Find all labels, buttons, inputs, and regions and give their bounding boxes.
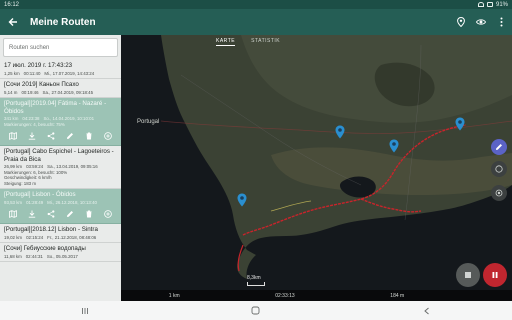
- stop-button[interactable]: [456, 263, 480, 287]
- recent-apps-icon[interactable]: [78, 304, 92, 318]
- compass-button[interactable]: [491, 161, 507, 177]
- delete-icon[interactable]: [85, 131, 94, 140]
- route-item-5[interactable]: [Portugal][2018.12] Lisbon - Sintra 19,0…: [0, 224, 121, 243]
- layers-button[interactable]: [491, 139, 507, 155]
- route-name: [Portugal][2018.12] Lisbon - Sintra: [4, 226, 98, 233]
- map-icon[interactable]: [8, 209, 17, 218]
- battery-level: 91%: [495, 1, 508, 8]
- compass-icon: [495, 165, 503, 173]
- map-pin-icon[interactable]: [455, 117, 465, 131]
- scale-bar: [247, 282, 265, 286]
- app-bar: Meine Routen: [0, 9, 512, 35]
- map-pin-icon[interactable]: [389, 139, 399, 153]
- route-meta: 341 km 04:23:38 So., 14.04.2019, 10:10:01 …: [4, 116, 95, 127]
- home-icon[interactable]: [249, 304, 263, 318]
- more-vert-icon[interactable]: [496, 17, 506, 27]
- stat-duration: 02:33:13: [275, 292, 295, 299]
- route-item-0[interactable]: 17 июл. 2019 г. 17:43:23 1,25 km 00:11:40…: [0, 60, 121, 79]
- battery-icon: [486, 2, 493, 7]
- route-item-4[interactable]: [Portugal] Lisbon - Óbidos 93,53 km 01:28…: [0, 189, 121, 224]
- map-icon[interactable]: [8, 131, 17, 140]
- route-item-2[interactable]: [Portugal][2019.04] Fátima - Nazaré - Ób…: [0, 98, 121, 146]
- map-place-label: Portugal: [137, 119, 160, 125]
- route-name: [Сочи 2019] Каньон Псахо: [4, 81, 79, 88]
- map-pin-icon[interactable]: [335, 125, 345, 139]
- stat-elevation: 184 m: [390, 292, 405, 299]
- map-pin-icon[interactable]: [456, 17, 466, 27]
- page-title: Meine Routen: [30, 16, 96, 28]
- tab-karte[interactable]: KARTE: [216, 38, 236, 46]
- back-chevron-icon[interactable]: [420, 304, 434, 318]
- system-nav-bar: [0, 301, 512, 320]
- stat-distance: 1 km: [168, 292, 180, 299]
- scale-label: 8,3km: [247, 275, 261, 281]
- route-meta: 19,02 km 02:15:24 Fr., 21.12.2018, 08:48:0…: [4, 234, 97, 240]
- gps-icon: [495, 189, 503, 197]
- stop-icon: [465, 272, 471, 278]
- locate-button[interactable]: [491, 185, 507, 201]
- route-meta: 93,53 km 01:28:49 Mi., 26.12.2018, 10:13:4…: [4, 199, 97, 205]
- route-meta: 5,14 m 00:19:46 Sa., 27.04.2019, 09:18:45: [4, 89, 94, 95]
- share-icon[interactable]: [46, 131, 55, 140]
- route-item-3[interactable]: [Portugal] Cabo Espichel - Lagoeteiros -…: [0, 146, 121, 189]
- share-icon[interactable]: [46, 209, 55, 218]
- route-name: [Сочи] Гебиусские водопады: [4, 245, 86, 252]
- map-pin-icon[interactable]: [237, 193, 247, 207]
- download-icon[interactable]: [27, 131, 36, 140]
- route-item-6[interactable]: [Сочи] Гебиусские водопады 11,68 km 02:44…: [0, 243, 121, 262]
- map-tabs: KARTE STATISTIK: [216, 38, 280, 46]
- route-meta: 26,99 km 03:59:24 Sa., 13.04.2019, 09:05:1…: [4, 164, 98, 186]
- wifi-icon: [477, 2, 484, 7]
- eye-icon[interactable]: [476, 17, 486, 27]
- back-arrow-icon[interactable]: [6, 15, 20, 29]
- search-input[interactable]: Routen suchen: [3, 38, 118, 57]
- route-toolbar: [4, 127, 117, 143]
- route-name: [Portugal][2019.04] Fátima - Nazaré - Ób…: [4, 100, 107, 115]
- edit-icon[interactable]: [66, 131, 75, 140]
- delete-icon[interactable]: [85, 209, 94, 218]
- route-name: 17 июл. 2019 г. 17:43:23: [4, 62, 73, 69]
- tab-statistik[interactable]: STATISTIK: [251, 38, 280, 46]
- pencil-icon: [496, 144, 502, 150]
- route-meta: 1,25 km 00:11:40 Mi., 17.07.2019, 14:43:24: [4, 70, 95, 76]
- route-toolbar: [4, 205, 117, 221]
- download-icon[interactable]: [27, 209, 36, 218]
- track-stats-bar: 1 km 02:33:13 184 m: [121, 290, 512, 301]
- route-name: [Portugal] Cabo Espichel - Lagoeteiros -…: [4, 148, 114, 163]
- route-meta: 11,68 km 02:44:31 So., 05.05.2017: [4, 253, 78, 259]
- map-view[interactable]: KARTE STATISTIK Portugal 8,3km 1 km 02:3…: [121, 35, 512, 301]
- status-bar: 16:12 91%: [0, 0, 512, 9]
- route-item-1[interactable]: [Сочи 2019] Каньон Псахо 5,14 m 00:19:46 S…: [0, 79, 121, 98]
- map-terrain: [121, 35, 512, 301]
- route-name: [Portugal] Lisbon - Óbidos: [4, 191, 76, 198]
- add-circle-icon[interactable]: [104, 209, 113, 218]
- pause-button[interactable]: [483, 263, 507, 287]
- edit-icon[interactable]: [66, 209, 75, 218]
- routes-panel: Routen suchen 17 июл. 2019 г. 17:43:23 1…: [0, 35, 121, 301]
- status-time: 16:12: [4, 1, 20, 8]
- pause-icon: [492, 272, 498, 278]
- add-circle-icon[interactable]: [104, 131, 113, 140]
